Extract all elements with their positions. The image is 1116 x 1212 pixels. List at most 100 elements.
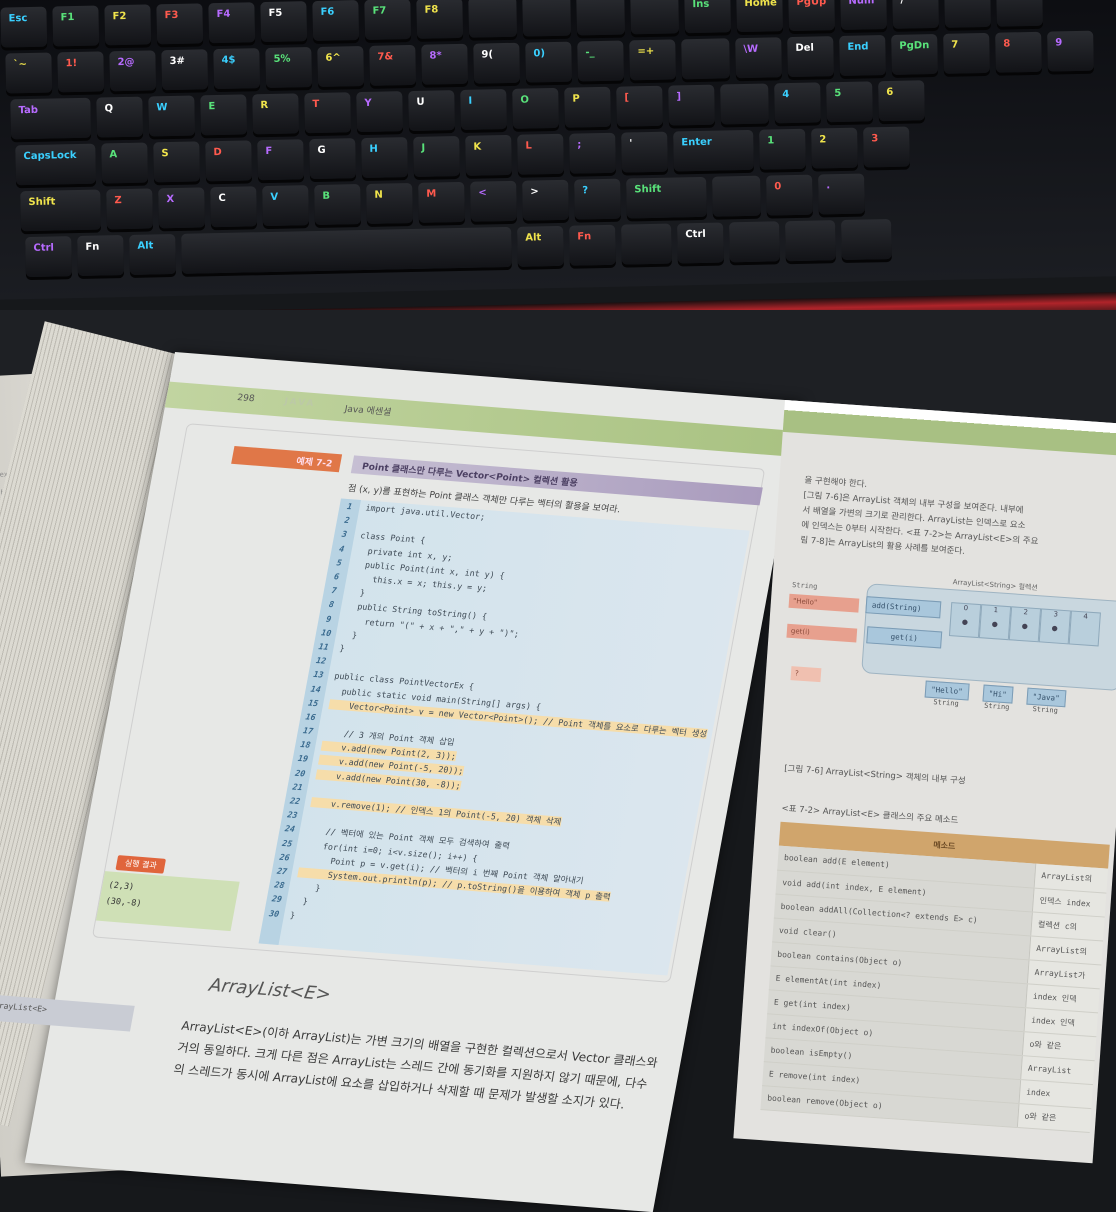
keyboard-key[interactable]: Alt: [129, 234, 176, 275]
keyboard-key[interactable]: F1: [52, 6, 99, 47]
keyboard-key[interactable]: F: [257, 139, 304, 180]
keyboard-key[interactable]: B: [314, 184, 361, 225]
keyboard-key[interactable]: 3#: [161, 49, 208, 90]
keyboard-key[interactable]: Fn: [77, 235, 124, 276]
keyboard-key[interactable]: Ctrl: [677, 222, 724, 263]
keyboard-key[interactable]: [729, 221, 780, 262]
keyboard-key[interactable]: [720, 84, 769, 125]
keyboard-key[interactable]: 9: [1047, 31, 1094, 72]
keyboard-key[interactable]: U: [408, 90, 455, 131]
keyboard-key[interactable]: 5%: [265, 47, 312, 88]
keyboard-key[interactable]: [841, 219, 892, 260]
keyboard-key[interactable]: [712, 176, 761, 217]
keyboard-key[interactable]: ;: [569, 133, 616, 174]
keyboard-key[interactable]: P: [564, 87, 611, 128]
keyboard-key[interactable]: [181, 227, 512, 274]
keyboard-key[interactable]: H: [361, 137, 408, 178]
keyboard-key[interactable]: Tab: [10, 98, 91, 140]
keyboard-key[interactable]: L: [517, 134, 564, 175]
keyboard-key[interactable]: [785, 220, 836, 261]
keyboard-key[interactable]: T: [304, 92, 351, 133]
keyboard-key[interactable]: 5: [826, 81, 873, 122]
keyboard-key[interactable]: Del: [787, 36, 834, 77]
keyboard-key[interactable]: 7: [943, 33, 990, 74]
keyboard-key[interactable]: A: [101, 143, 148, 184]
keyboard-key[interactable]: F7: [364, 0, 411, 40]
keyboard-key[interactable]: ?: [574, 179, 621, 220]
keyboard-key[interactable]: \W: [735, 37, 782, 78]
keyboard-key[interactable]: =+: [629, 39, 676, 80]
keyboard-key[interactable]: 7&: [369, 45, 416, 86]
keyboard-key[interactable]: F6: [312, 0, 359, 41]
keyboard-key[interactable]: [: [616, 86, 663, 127]
keyboard-key[interactable]: W: [148, 96, 195, 137]
keyboard-key[interactable]: Y: [356, 91, 403, 132]
keyboard-key[interactable]: 8: [995, 32, 1042, 73]
keyboard-key[interactable]: 6: [878, 80, 925, 121]
keyboard-key[interactable]: F2: [104, 4, 151, 45]
keyboard-key[interactable]: O: [512, 88, 559, 129]
keyboard-key[interactable]: [681, 38, 730, 79]
keyboard-key[interactable]: I: [460, 89, 507, 130]
keyboard-key[interactable]: 1!: [57, 51, 104, 92]
keyboard-key[interactable]: ': [621, 132, 668, 173]
keyboard-key[interactable]: <: [470, 181, 517, 222]
keyboard-key[interactable]: 1: [759, 129, 806, 170]
keyboard-key[interactable]: Shift: [626, 177, 707, 219]
keyboard-key[interactable]: Num: [840, 0, 887, 30]
keyboard-key[interactable]: K: [465, 135, 512, 176]
keyboard-key[interactable]: Esc: [0, 7, 47, 48]
keyboard-key[interactable]: [621, 224, 672, 265]
keyboard-key[interactable]: N: [366, 183, 413, 224]
keyboard-key[interactable]: *: [944, 0, 991, 28]
keyboard-key[interactable]: D: [205, 140, 252, 181]
keyboard-key[interactable]: F3: [156, 3, 203, 44]
keyboard-key[interactable]: /: [892, 0, 939, 29]
keyboard-key[interactable]: PgDn: [891, 34, 938, 75]
keyboard-key[interactable]: PgUp: [788, 0, 835, 31]
keyboard-key[interactable]: >: [522, 180, 569, 221]
keyboard-key[interactable]: Fn: [569, 225, 616, 266]
keyboard-key[interactable]: [468, 0, 517, 38]
keyboard-key[interactable]: 4: [774, 82, 821, 123]
keyboard-key[interactable]: Ctrl: [25, 236, 72, 277]
keyboard-key[interactable]: 9(: [473, 43, 520, 84]
keyboard-key[interactable]: F4: [208, 2, 255, 43]
keyboard-key[interactable]: X: [158, 187, 205, 228]
keyboard-key[interactable]: 0: [766, 175, 813, 216]
keyboard-key[interactable]: -: [996, 0, 1043, 27]
keyboard-key[interactable]: Q: [96, 97, 143, 138]
keyboard-key[interactable]: End: [839, 35, 886, 76]
keyboard-key[interactable]: E: [200, 94, 247, 135]
keyboard-key[interactable]: CapsLock: [15, 144, 96, 186]
keyboard-key[interactable]: R: [252, 93, 299, 134]
keyboard-key[interactable]: 8*: [421, 44, 468, 85]
keyboard-key[interactable]: 3: [863, 127, 910, 168]
keyboard-key[interactable]: `~: [5, 53, 52, 94]
keyboard-key[interactable]: Z: [106, 188, 153, 229]
keyboard-key[interactable]: Ins: [684, 0, 731, 33]
keyboard-key[interactable]: Alt: [517, 226, 564, 267]
keyboard-key[interactable]: 4$: [213, 48, 260, 89]
keyboard-key[interactable]: [522, 0, 571, 37]
keyboard-key[interactable]: 6^: [317, 46, 364, 87]
keyboard-key[interactable]: S: [153, 141, 200, 182]
keyboard-key[interactable]: C: [210, 186, 257, 227]
keyboard-key[interactable]: -_: [577, 41, 624, 82]
keyboard-key[interactable]: J: [413, 136, 460, 177]
keyboard-key[interactable]: F8: [416, 0, 463, 39]
keyboard-key[interactable]: [576, 0, 625, 36]
keyboard-key[interactable]: .: [818, 174, 865, 215]
keyboard-key[interactable]: 2@: [109, 50, 156, 91]
keyboard-key[interactable]: Home: [736, 0, 783, 32]
keyboard-key[interactable]: Shift: [20, 190, 101, 232]
keyboard-key[interactable]: V: [262, 185, 309, 226]
keyboard-key[interactable]: 2: [811, 128, 858, 169]
keyboard-key[interactable]: ]: [668, 85, 715, 126]
keyboard-key[interactable]: [630, 0, 679, 34]
keyboard-key[interactable]: Enter: [673, 130, 754, 172]
keyboard-key[interactable]: M: [418, 182, 465, 223]
keyboard-key[interactable]: 0): [525, 42, 572, 83]
keyboard-key[interactable]: G: [309, 138, 356, 179]
keyboard-key[interactable]: F5: [260, 1, 307, 42]
